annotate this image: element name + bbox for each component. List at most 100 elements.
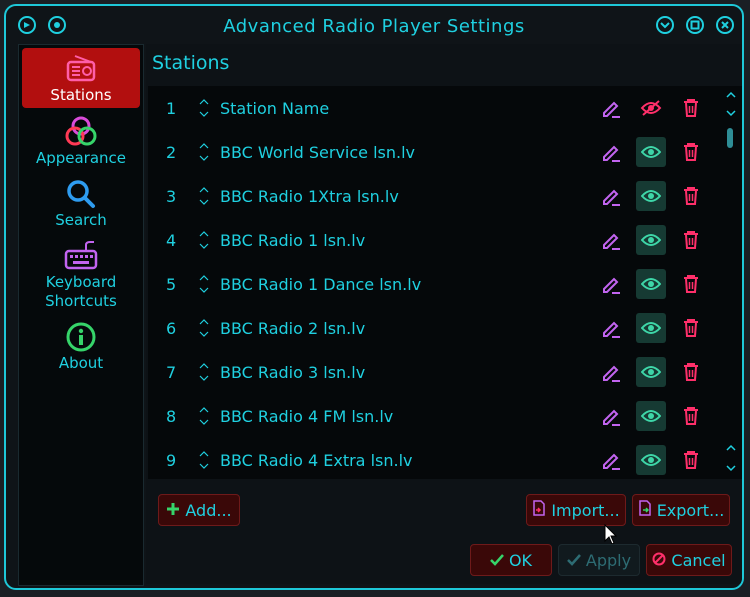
station-row[interactable]: 9 BBC Radio 4 Extra lsn.lv [148,438,718,479]
add-button-label: Add... [185,500,232,520]
station-number: 4 [166,230,177,250]
trash-icon[interactable] [676,357,706,387]
station-name: BBC Radio 4 Extra lsn.lv [220,450,413,470]
export-button[interactable]: Export... [632,494,730,526]
import-button-label: Import... [551,500,620,520]
keyboard-icon [64,239,98,273]
apply-button-label: Apply [585,550,632,570]
drag-handle-icon[interactable] [198,450,210,470]
import-file-icon [532,500,546,520]
stations-list[interactable]: 1 Station Name 2 BBC World Service lsn.lv 3 B… [148,86,742,479]
sidebar-item-appearance[interactable]: Appearance [22,111,140,170]
station-name: BBC Radio 3 lsn.lv [220,362,366,382]
trash-icon[interactable] [676,93,706,123]
edit-icon[interactable] [596,445,626,475]
visible-eye-icon[interactable] [636,137,666,167]
station-name: BBC Radio 1 Dance lsn.lv [220,274,422,294]
hidden-eye-icon[interactable] [636,93,666,123]
station-number: 6 [166,318,177,338]
cancel-button-label: Cancel [671,550,726,570]
drag-handle-icon[interactable] [198,274,210,294]
trash-icon[interactable] [676,225,706,255]
station-row[interactable]: 5 BBC Radio 1 Dance lsn.lv [148,262,718,306]
cancel-icon [652,551,666,570]
trash-icon[interactable] [676,137,706,167]
edit-icon[interactable] [596,137,626,167]
edit-icon[interactable] [596,401,626,431]
maximize-button[interactable] [684,14,706,36]
station-row[interactable]: 8 BBC Radio 4 FM lsn.lv [148,394,718,438]
drag-handle-icon[interactable] [198,230,210,250]
station-name: BBC Radio 1 lsn.lv [220,230,366,250]
drag-handle-icon[interactable] [198,142,210,162]
sidebar-item-label: Stations [50,85,112,104]
station-row[interactable]: 2 BBC World Service lsn.lv [148,130,718,174]
visible-eye-icon[interactable] [636,269,666,299]
ok-button[interactable]: OK [470,544,552,576]
station-number: 3 [166,186,177,206]
radio-icon [64,52,98,86]
sidebar-item-stations[interactable]: Stations [22,48,140,108]
sidebar: Stations Appearance Search Keyboard Shor… [18,44,144,586]
station-number: 7 [166,362,177,382]
close-button[interactable] [714,14,736,36]
visible-eye-icon[interactable] [636,313,666,343]
window-title: Advanced Radio Player Settings [223,15,525,37]
edit-icon[interactable] [596,225,626,255]
station-number: 9 [166,450,177,470]
edit-icon[interactable] [596,93,626,123]
apply-button[interactable]: Apply [558,544,640,576]
sidebar-item-search[interactable]: Search [22,173,140,232]
visible-eye-icon[interactable] [636,445,666,475]
edit-icon[interactable] [596,269,626,299]
sidebar-item-label: Search [55,211,107,229]
station-row[interactable]: 6 BBC Radio 2 lsn.lv [148,306,718,350]
pin-icon[interactable] [46,14,68,36]
visible-eye-icon[interactable] [636,401,666,431]
visible-eye-icon[interactable] [636,181,666,211]
title-bar[interactable]: Advanced Radio Player Settings [6,6,742,46]
check-icon [567,551,581,570]
app-logo-icon[interactable] [16,14,38,36]
add-button[interactable]: Add... [158,494,240,526]
station-row[interactable]: 4 BBC Radio 1 lsn.lv [148,218,718,262]
scroll-thumb[interactable] [727,128,733,148]
export-button-label: Export... [656,500,725,520]
trash-icon[interactable] [676,401,706,431]
drag-handle-icon[interactable] [198,362,210,382]
plus-icon [166,501,180,520]
scroll-up-icon[interactable] [724,88,738,122]
trash-icon[interactable] [676,445,706,475]
drag-handle-icon[interactable] [198,406,210,426]
sidebar-item-keyboard-shortcuts[interactable]: Keyboard Shortcuts [22,235,140,313]
edit-icon[interactable] [596,357,626,387]
visible-eye-icon[interactable] [636,357,666,387]
station-row[interactable]: 1 Station Name [148,86,718,130]
station-name: BBC Radio 4 FM lsn.lv [220,406,394,426]
check-icon [490,551,504,570]
edit-icon[interactable] [596,313,626,343]
sidebar-item-label: Appearance [35,149,127,167]
station-row[interactable]: 3 BBC Radio 1Xtra lsn.lv [148,174,718,218]
visible-eye-icon[interactable] [636,225,666,255]
scrollbar[interactable] [722,86,740,479]
drag-handle-icon[interactable] [198,186,210,206]
scroll-down-icon[interactable] [724,442,738,478]
station-number: 8 [166,406,177,426]
drag-handle-icon[interactable] [198,98,210,118]
station-name: Station Name [220,98,330,118]
drag-handle-icon[interactable] [198,318,210,338]
main-panel: Stations 1 Station Name 2 BBC World Service… [146,44,742,584]
import-button[interactable]: Import... [526,494,626,526]
station-name: BBC Radio 2 lsn.lv [220,318,366,338]
minimize-button[interactable] [654,14,676,36]
station-row[interactable]: 7 BBC Radio 3 lsn.lv [148,350,718,394]
sidebar-item-label: About [58,354,104,372]
trash-icon[interactable] [676,313,706,343]
trash-icon[interactable] [676,181,706,211]
station-name: BBC World Service lsn.lv [220,142,416,162]
trash-icon[interactable] [676,269,706,299]
cancel-button[interactable]: Cancel [646,544,732,576]
sidebar-item-about[interactable]: About [22,316,140,375]
edit-icon[interactable] [596,181,626,211]
